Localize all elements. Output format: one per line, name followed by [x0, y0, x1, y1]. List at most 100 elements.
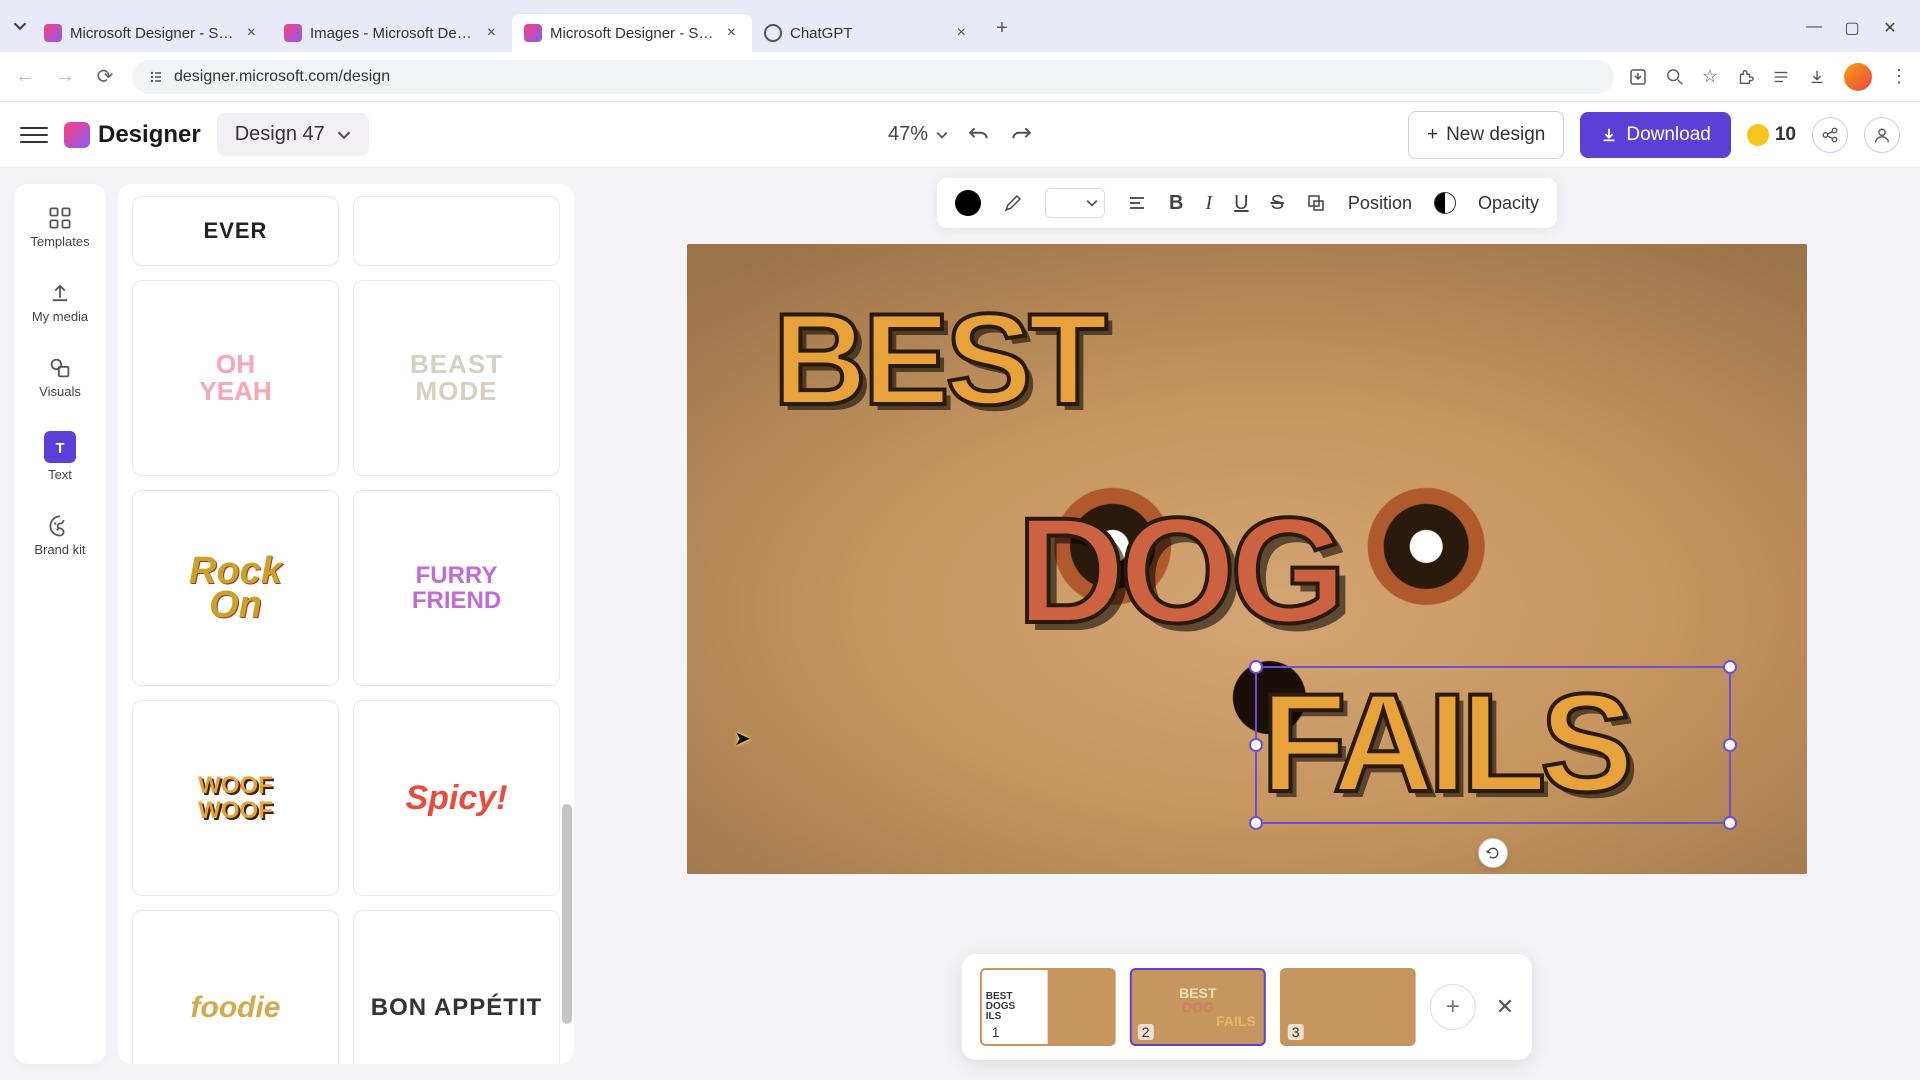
position-button[interactable]: Position [1348, 193, 1412, 214]
chevron-down-icon [936, 129, 948, 141]
document-name-dropdown[interactable]: Design 47 [217, 113, 369, 156]
download-button[interactable]: Download [1580, 112, 1731, 158]
browser-menu-icon[interactable]: ⋮ [1890, 66, 1908, 87]
header-actions: + New design Download 10 [1408, 111, 1900, 159]
bookmark-icon[interactable]: ☆ [1702, 66, 1718, 87]
zoom-icon[interactable] [1666, 68, 1684, 86]
tab-close-icon[interactable]: × [483, 24, 500, 42]
menu-hamburger-icon[interactable] [20, 127, 48, 143]
grid-icon [48, 206, 72, 230]
design-canvas[interactable]: BEST DOG FAILS [687, 244, 1807, 874]
strikethrough-button[interactable]: S [1271, 192, 1284, 215]
account-icon[interactable] [1864, 117, 1900, 153]
profile-avatar[interactable] [1844, 63, 1872, 91]
browser-tab-active[interactable]: Microsoft Designer - Stunning × [512, 14, 752, 52]
style-preview: EVER [204, 218, 268, 244]
share-icon[interactable] [1812, 117, 1848, 153]
align-icon[interactable] [1127, 193, 1147, 213]
credits-badge[interactable]: 10 [1747, 124, 1796, 146]
page-number: 1 [988, 1024, 1004, 1040]
text-toolbar: B I U S Position Opacity [937, 178, 1557, 228]
tab-close-icon[interactable]: × [723, 24, 740, 42]
resize-handle[interactable] [1249, 738, 1263, 752]
browser-address-bar: ← → ⟳ designer.microsoft.com/design ☆ ⋮ [0, 52, 1920, 102]
main-area: Templates My media Visuals T Text Brand … [0, 168, 1920, 1080]
rail-my-media[interactable]: My media [25, 275, 95, 330]
text-style-card[interactable]: Spicy! [353, 700, 560, 896]
redo-icon[interactable] [1010, 124, 1032, 146]
close-window-icon[interactable]: ✕ [1880, 18, 1900, 38]
text-style-card[interactable]: Rock On [132, 490, 339, 686]
canvas-text-fails[interactable]: FAILS [1257, 668, 1729, 818]
browser-tab[interactable]: Images - Microsoft Designer × [272, 14, 512, 52]
reading-list-icon[interactable] [1772, 68, 1790, 86]
extensions-icon[interactable] [1736, 68, 1754, 86]
text-style-card[interactable]: EVER [132, 196, 339, 266]
underline-button[interactable]: U [1234, 192, 1248, 215]
back-icon[interactable]: ← [12, 64, 38, 90]
resize-handle[interactable] [1723, 738, 1737, 752]
opacity-icon[interactable] [1434, 192, 1456, 214]
logo-mark-icon [64, 122, 90, 148]
zoom-dropdown[interactable]: 47% [888, 123, 948, 146]
new-design-button[interactable]: + New design [1408, 111, 1564, 159]
text-style-card[interactable]: WOOF WOOF [132, 700, 339, 896]
site-info-icon[interactable] [148, 69, 164, 85]
rail-text[interactable]: T Text [25, 425, 95, 488]
download-label: Download [1626, 124, 1711, 146]
tab-title: Microsoft Designer - Stunning [550, 25, 715, 42]
resize-handle[interactable] [1249, 660, 1263, 674]
tab-search-dropdown[interactable] [8, 14, 32, 38]
designer-logo[interactable]: Designer [64, 121, 201, 149]
svg-text:T: T [56, 441, 65, 457]
browser-tab[interactable]: ChatGPT × [752, 14, 982, 52]
position-icon[interactable] [1306, 193, 1326, 213]
forward-icon[interactable]: → [52, 64, 78, 90]
resize-handle[interactable] [1723, 816, 1737, 830]
text-style-card[interactable]: BEAST MODE [353, 280, 560, 476]
text-style-card[interactable]: foodie [132, 910, 339, 1064]
style-preview: Rock On [189, 554, 282, 622]
text-style-card[interactable] [353, 196, 560, 266]
text-style-card[interactable]: FURRY FRIEND [353, 490, 560, 686]
plus-icon: + [1427, 124, 1438, 146]
maximize-icon[interactable]: ▢ [1842, 18, 1862, 38]
resize-handle[interactable] [1723, 660, 1737, 674]
install-app-icon[interactable] [1628, 67, 1648, 87]
rail-brand-kit[interactable]: Brand kit [25, 508, 95, 563]
address-bar-actions: ☆ ⋮ [1628, 63, 1908, 91]
url-input[interactable]: designer.microsoft.com/design [132, 60, 1614, 94]
browser-tab[interactable]: Microsoft Designer - Stunning × [32, 14, 272, 52]
downloads-icon[interactable] [1808, 68, 1826, 86]
tab-close-icon[interactable]: × [953, 24, 970, 42]
text-style-card[interactable]: BON APPÉTIT [353, 910, 560, 1064]
window-controls: — ▢ ✕ [1804, 18, 1912, 38]
bold-button[interactable]: B [1169, 192, 1183, 215]
undo-icon[interactable] [968, 124, 990, 146]
opacity-button[interactable]: Opacity [1478, 193, 1539, 214]
page-thumbnail[interactable]: BEST DOGS ILS 1 [980, 968, 1116, 1046]
tab-close-icon[interactable]: × [243, 24, 260, 42]
add-page-button[interactable]: + [1430, 984, 1476, 1030]
text-color-swatch[interactable] [955, 190, 981, 216]
reload-icon[interactable]: ⟳ [92, 64, 118, 90]
edit-pencil-icon[interactable] [1003, 193, 1023, 213]
page-thumbnail[interactable]: 3 [1280, 968, 1416, 1046]
rail-visuals[interactable]: Visuals [25, 350, 95, 405]
new-tab-button[interactable]: + [986, 12, 1018, 44]
rail-templates[interactable]: Templates [25, 200, 95, 255]
rotate-handle[interactable] [1478, 838, 1508, 868]
text-style-card[interactable]: OH YEAH [132, 280, 339, 476]
resize-handle[interactable] [1249, 816, 1263, 830]
style-preview: BEAST MODE [410, 351, 503, 406]
selected-text-element[interactable]: FAILS [1255, 666, 1731, 824]
panel-scrollbar[interactable] [562, 804, 572, 1024]
canvas-text-best[interactable]: BEST [773, 284, 1104, 434]
canvas-text-dog[interactable]: DOG [1017, 484, 1341, 657]
font-select[interactable] [1045, 188, 1105, 218]
close-pages-strip-icon[interactable]: ✕ [1496, 994, 1514, 1020]
minimize-icon[interactable]: — [1804, 18, 1824, 38]
page-thumbnail-active[interactable]: BESTDOGFAILS 2 [1130, 968, 1266, 1046]
italic-button[interactable]: I [1205, 192, 1212, 215]
browser-tab-strip: Microsoft Designer - Stunning × Images -… [0, 0, 1920, 52]
